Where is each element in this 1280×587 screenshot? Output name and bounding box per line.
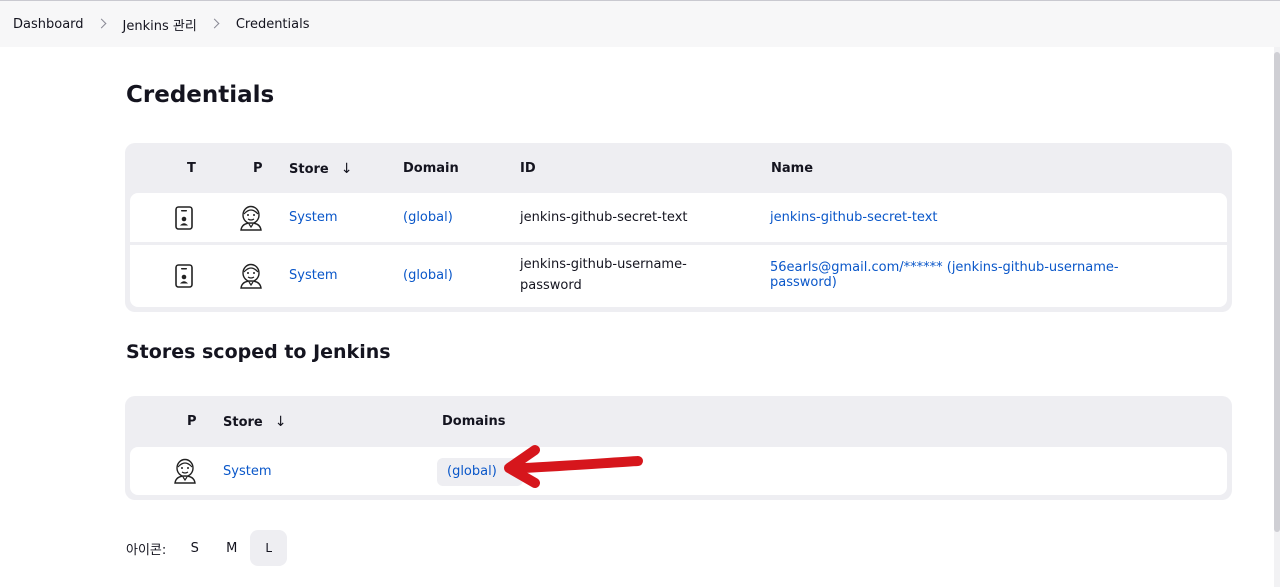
column-header-store[interactable]: Store ↓ xyxy=(223,414,286,430)
icon-size-selector: 아이콘: S M L xyxy=(126,530,288,566)
column-header-domains: Domains xyxy=(442,414,506,429)
domain-link[interactable]: (global) xyxy=(403,265,453,286)
column-header-store[interactable]: Store ↓ xyxy=(289,161,352,177)
store-link[interactable]: System xyxy=(223,461,271,482)
icon-size-small-button[interactable]: S xyxy=(176,530,213,566)
credentials-table: T P Store ↓ Domain ID Name System (global… xyxy=(125,143,1232,312)
column-header-provider: P xyxy=(187,414,197,429)
table-row: System (global) xyxy=(130,447,1227,495)
domain-dropdown-label: (global) xyxy=(447,464,497,479)
credential-name-line: password) xyxy=(770,275,837,290)
credential-id: jenkins-github-username- password xyxy=(520,254,687,296)
column-header-store-label: Store xyxy=(289,162,329,177)
credential-type-icon xyxy=(175,264,193,288)
column-header-name[interactable]: Name xyxy=(771,161,813,176)
credential-id-line: jenkins-github-username- xyxy=(520,257,687,272)
table-row: System (global) jenkins-github-secret-te… xyxy=(130,193,1227,242)
jenkins-provider-icon xyxy=(240,205,262,231)
annotation-arrow-icon xyxy=(504,445,643,488)
page-title: Credentials xyxy=(126,82,275,108)
credential-name-link[interactable]: 56earls@gmail.com/****** (jenkins-github… xyxy=(770,260,1119,290)
breadcrumb-dashboard[interactable]: Dashboard xyxy=(13,17,84,32)
breadcrumb-credentials[interactable]: Credentials xyxy=(236,17,310,32)
table-row: System (global) jenkins-github-username-… xyxy=(130,245,1227,307)
sort-arrow-icon: ↓ xyxy=(340,161,353,177)
chevron-right-icon xyxy=(96,18,106,28)
breadcrumb-manage-jenkins[interactable]: Jenkins 관리 xyxy=(123,15,197,34)
column-header-domain[interactable]: Domain xyxy=(403,161,459,176)
stores-section-title: Stores scoped to Jenkins xyxy=(126,341,391,363)
icon-size-medium-button[interactable]: M xyxy=(213,530,250,566)
credential-name-link[interactable]: jenkins-github-secret-text xyxy=(770,207,938,228)
icon-size-large-button[interactable]: L xyxy=(250,530,288,566)
store-link[interactable]: System xyxy=(289,265,337,286)
credential-type-icon xyxy=(175,206,193,230)
jenkins-provider-icon xyxy=(174,458,196,484)
chevron-right-icon xyxy=(209,18,220,28)
column-header-provider: P xyxy=(253,161,263,176)
credential-id: jenkins-github-secret-text xyxy=(520,210,688,225)
icon-size-label: 아이콘: xyxy=(126,542,167,558)
scrollbar-thumb[interactable] xyxy=(1274,52,1280,532)
breadcrumb: Dashboard Jenkins 관리 Credentials xyxy=(0,0,1280,47)
domain-link[interactable]: (global) xyxy=(403,207,453,228)
sort-arrow-icon: ↓ xyxy=(274,414,287,430)
credential-id-line: password xyxy=(520,278,582,293)
column-header-id[interactable]: ID xyxy=(520,161,536,176)
column-header-store-label: Store xyxy=(223,415,263,430)
stores-table: P Store ↓ Domains System (global) xyxy=(125,396,1232,500)
store-link[interactable]: System xyxy=(289,207,337,228)
credential-name-line: 56earls@gmail.com/****** (jenkins-github… xyxy=(770,260,1119,275)
jenkins-provider-icon xyxy=(240,263,262,289)
column-header-type: T xyxy=(187,161,196,176)
